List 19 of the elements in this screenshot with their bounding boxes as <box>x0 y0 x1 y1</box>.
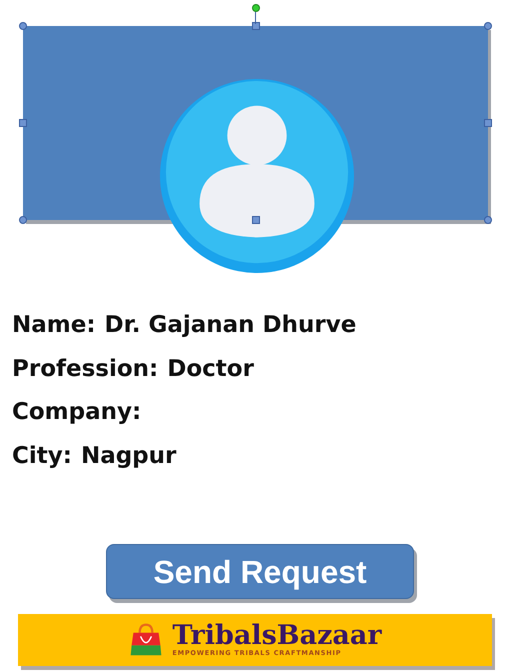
resize-handle[interactable] <box>19 119 27 127</box>
shopping-bag-icon <box>128 622 164 658</box>
resize-handle[interactable] <box>19 216 27 224</box>
field-label: Company: <box>12 399 142 425</box>
resize-handle[interactable] <box>484 119 492 127</box>
field-value: Dr. Gajanan Dhurve <box>104 312 356 338</box>
user-avatar-icon <box>158 77 356 275</box>
resize-handle[interactable] <box>19 22 27 30</box>
resize-handle[interactable] <box>484 22 492 30</box>
brand-name: TribalsBazaar <box>172 622 382 649</box>
field-label: Profession: <box>12 356 158 382</box>
rotate-handle[interactable] <box>252 4 260 12</box>
field-label: Name: <box>12 312 96 338</box>
resize-handle[interactable] <box>484 216 492 224</box>
field-value: Doctor <box>167 356 254 382</box>
field-label: City: <box>12 442 72 468</box>
resize-handle[interactable] <box>252 22 260 30</box>
field-value: Nagpur <box>80 442 176 468</box>
resize-handle[interactable] <box>252 216 260 224</box>
